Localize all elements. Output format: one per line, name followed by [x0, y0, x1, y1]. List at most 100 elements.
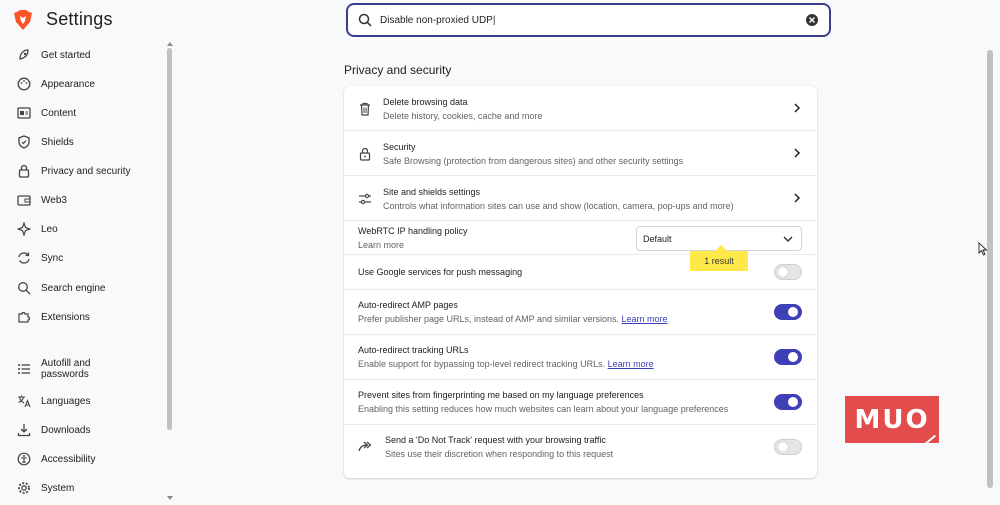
sidebar-item-sync[interactable]: Sync: [16, 250, 63, 266]
palette-icon: [16, 76, 32, 92]
toggle-knob: [788, 307, 798, 317]
sidebar-item-privacy-and-security[interactable]: Privacy and security: [16, 163, 130, 179]
wallet-icon: [16, 192, 32, 208]
site-and-shields-settings-row[interactable]: Site and shields settings Controls what …: [344, 176, 817, 221]
watermark-text: MUO: [854, 404, 930, 435]
chevron-right-icon[interactable]: [793, 148, 801, 158]
gear-icon: [16, 480, 32, 496]
sidebar-item-label: Sync: [41, 252, 64, 264]
muo-watermark-logo: MUO: [845, 396, 939, 443]
row-subtitle: Enable support for bypassing top-level r…: [358, 359, 654, 369]
toggle-knob: [778, 442, 788, 452]
scroll-down-arrow-icon[interactable]: [167, 496, 173, 500]
auto-redirect-tracking-row[interactable]: Auto-redirect tracking URLs Enable suppo…: [344, 335, 817, 380]
row-subtitle: Controls what information sites can use …: [383, 201, 734, 211]
trash-icon: [360, 102, 370, 116]
sidebar-item-label: Appearance: [41, 78, 95, 90]
puzzle-icon: [16, 309, 32, 325]
sidebar-item-shields[interactable]: Shields: [16, 134, 74, 150]
sidebar-item-label: Downloads: [41, 424, 91, 436]
page-title: Settings: [46, 9, 113, 29]
row-title: Auto-redirect tracking URLs: [358, 345, 469, 355]
sidebar-item-downloads[interactable]: Downloads: [16, 422, 90, 438]
row-subtitle-text: Enable support for bypassing top-level r…: [358, 359, 606, 369]
sidebar-item-autofill-and-passwords[interactable]: Autofill and passwords: [16, 358, 111, 380]
sidebar-item-system[interactable]: System: [16, 480, 74, 496]
learn-more-link[interactable]: Learn more: [608, 359, 654, 369]
delete-browsing-data-row[interactable]: Delete browsing data Delete history, coo…: [344, 86, 817, 131]
fingerprinting-toggle[interactable]: [774, 394, 802, 410]
brave-logo-icon: [14, 9, 32, 30]
row-title: Auto-redirect AMP pages: [358, 300, 458, 310]
sync-icon: [16, 250, 32, 266]
sparkle-icon: [16, 221, 32, 237]
lock-icon: [359, 147, 371, 161]
sliders-icon: [359, 193, 371, 205]
do-not-track-toggle[interactable]: [774, 439, 802, 455]
row-title: Use Google services for push messaging: [358, 267, 523, 277]
sidebar-item-leo[interactable]: Leo: [16, 221, 58, 237]
row-subtitle: Prefer publisher page URLs, instead of A…: [358, 314, 668, 324]
toggle-knob: [778, 267, 788, 277]
sidebar-item-extensions[interactable]: Extensions: [16, 309, 90, 325]
security-row[interactable]: Security Safe Browsing (protection from …: [344, 131, 817, 176]
search-input[interactable]: Disable non-proxied UDP: [380, 15, 805, 26]
clear-search-icon[interactable]: [805, 13, 819, 27]
prevent-fingerprinting-row[interactable]: Prevent sites from fingerprinting me bas…: [344, 380, 817, 425]
sidebar-item-label: Autofill and passwords: [41, 358, 91, 380]
sidebar-item-label: Leo: [41, 223, 58, 235]
rocket-icon: [16, 47, 32, 63]
sidebar-item-languages[interactable]: Languages: [16, 393, 91, 409]
row-title: Site and shields settings: [383, 187, 481, 197]
amp-redirect-toggle[interactable]: [774, 304, 802, 320]
scrollbar-thumb[interactable]: [987, 50, 993, 488]
row-subtitle: Enabling this setting reduces how much w…: [358, 404, 729, 414]
sidebar-item-accessibility[interactable]: Accessibility: [16, 451, 95, 467]
settings-search[interactable]: Disable non-proxied UDP: [346, 3, 831, 37]
main-scrollbar[interactable]: [986, 42, 994, 494]
list-icon: [16, 361, 32, 377]
accessibility-icon: [16, 451, 32, 467]
lock-icon: [16, 163, 32, 179]
settings-header: Settings: [14, 9, 113, 30]
translate-icon: [16, 393, 32, 409]
sidebar-item-label: Search engine: [41, 282, 106, 294]
shield-icon: [16, 134, 32, 150]
row-subtitle: Delete history, cookies, cache and more: [383, 111, 543, 121]
row-subtitle: Safe Browsing (protection from dangerous…: [383, 156, 684, 166]
sidebar-item-appearance[interactable]: Appearance: [16, 76, 95, 92]
sidebar-item-label: Extensions: [41, 311, 90, 323]
row-subtitle: Sites use their discretion when respondi…: [385, 449, 614, 459]
chevron-right-icon[interactable]: [793, 103, 801, 113]
row-title: Prevent sites from fingerprinting me bas…: [358, 390, 644, 400]
auto-redirect-amp-row[interactable]: Auto-redirect AMP pages Prefer publisher…: [344, 290, 817, 335]
sidebar-item-label: Privacy and security: [41, 165, 131, 177]
content-icon: [16, 105, 32, 121]
scrollbar-thumb[interactable]: [167, 48, 172, 430]
chevron-right-icon[interactable]: [793, 193, 801, 203]
sidebar-item-get-started[interactable]: Get started: [16, 47, 90, 63]
tracking-redirect-toggle[interactable]: [774, 349, 802, 365]
row-subtitle-text: Prefer publisher page URLs, instead of A…: [358, 314, 619, 324]
search-icon: [358, 13, 372, 27]
sidebar-item-label: Accessibility: [41, 453, 96, 465]
privacy-settings-card: Delete browsing data Delete history, coo…: [344, 86, 817, 478]
sidebar-scrollbar[interactable]: [167, 42, 173, 500]
select-value: Default: [643, 233, 672, 244]
section-title: Privacy and security: [344, 63, 452, 77]
learn-more-link[interactable]: Learn more: [358, 240, 404, 250]
sidebar-item-label: Content: [41, 107, 77, 119]
do-not-track-row[interactable]: Send a 'Do Not Track' request with your …: [344, 425, 817, 473]
scroll-up-arrow-icon[interactable]: [167, 42, 173, 46]
sidebar-item-label: Shields: [41, 136, 74, 148]
sidebar-item-search-engine[interactable]: Search engine: [16, 280, 106, 296]
search-result-badge: 1 result: [690, 245, 748, 271]
row-title: Send a 'Do Not Track' request with your …: [385, 435, 606, 445]
sidebar-item-content[interactable]: Content: [16, 105, 76, 121]
push-messaging-toggle[interactable]: [774, 264, 802, 280]
sidebar-item-web3[interactable]: Web3: [16, 192, 67, 208]
learn-more-link[interactable]: Learn more: [621, 314, 667, 324]
sidebar-item-label: System: [41, 482, 75, 494]
chevron-down-icon: [783, 236, 793, 242]
toggle-knob: [788, 397, 798, 407]
